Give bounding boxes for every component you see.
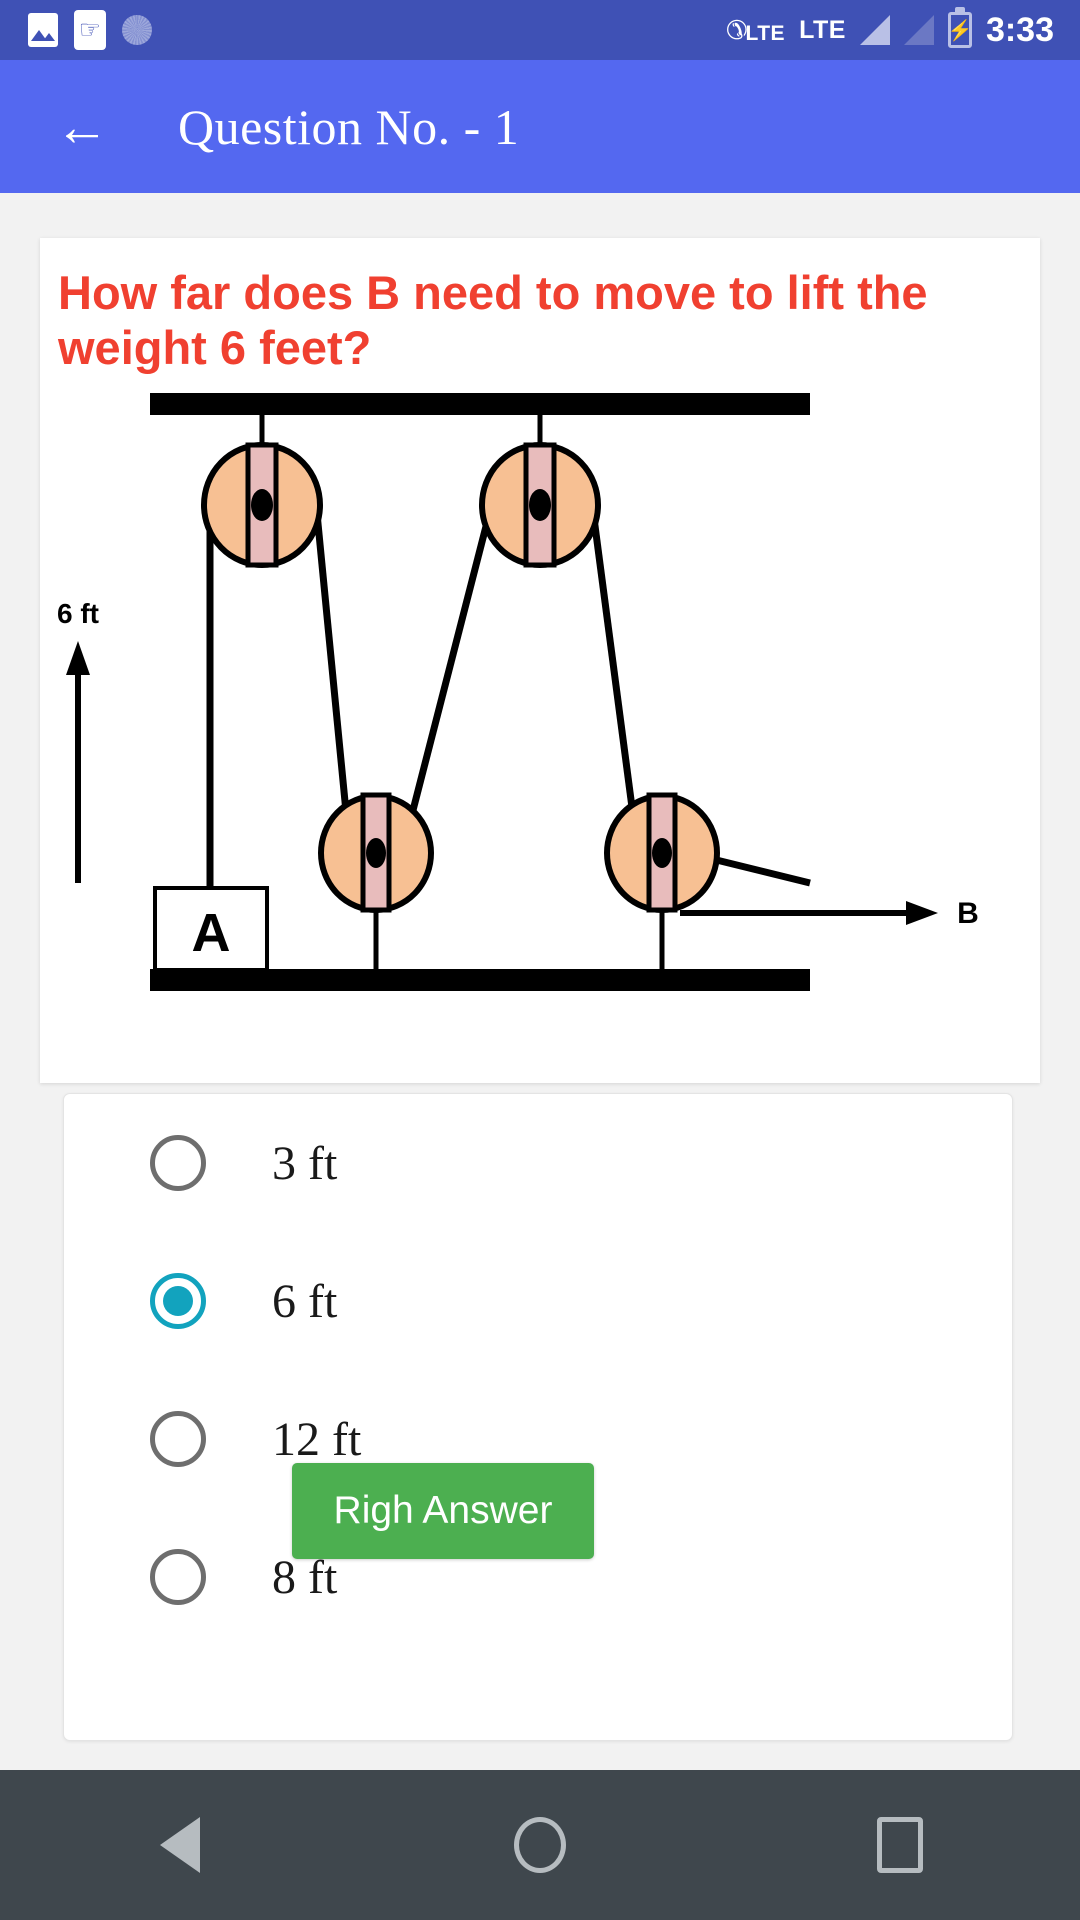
page-title: Question No. - 1 bbox=[178, 98, 520, 155]
network-label-1: LTE bbox=[745, 21, 786, 45]
nav-back-button[interactable] bbox=[120, 1795, 240, 1895]
answer-option-label: 12 ft bbox=[272, 1412, 362, 1466]
answer-option-label: 3 ft bbox=[272, 1136, 338, 1190]
status-bar: ☞ ✆ LTE LTE ⚡ 3:33 bbox=[0, 0, 1080, 60]
nav-recents-icon bbox=[877, 1817, 923, 1873]
svg-text:6 ft: 6 ft bbox=[57, 598, 99, 629]
disc-icon bbox=[122, 15, 152, 45]
battery-charging-icon: ⚡ bbox=[947, 12, 973, 48]
answer-options-card: 3 ft 6 ft 12 ft 8 ft bbox=[63, 1093, 1013, 1741]
network-label-2: LTE bbox=[799, 15, 846, 44]
android-navigation-bar bbox=[0, 1770, 1080, 1920]
app-bar: ← Question No. - 1 bbox=[0, 60, 1080, 193]
nav-recents-button[interactable] bbox=[840, 1795, 960, 1895]
pulley-diagram: A 6 ft B bbox=[40, 383, 1040, 1083]
right-answer-button[interactable]: Righ Answer bbox=[292, 1463, 594, 1559]
radio-button-selected-icon[interactable] bbox=[150, 1273, 206, 1329]
svg-text:B: B bbox=[957, 897, 979, 930]
radio-button-icon[interactable] bbox=[150, 1135, 206, 1191]
question-text: How far does B need to move to lift the … bbox=[58, 266, 928, 374]
nav-back-icon bbox=[160, 1817, 200, 1873]
answer-option-row[interactable]: 6 ft bbox=[64, 1232, 1014, 1370]
content-scroll-area[interactable]: How far does B need to move to lift the … bbox=[0, 193, 1080, 1770]
status-bar-right-icons: ✆ LTE LTE ⚡ 3:33 bbox=[726, 11, 1080, 50]
nav-home-button[interactable] bbox=[480, 1795, 600, 1895]
radio-button-icon[interactable] bbox=[150, 1411, 206, 1467]
question-card: How far does B need to move to lift the … bbox=[40, 238, 1040, 1083]
svg-text:A: A bbox=[192, 903, 231, 963]
status-bar-left-icons: ☞ bbox=[0, 10, 152, 50]
signal-full-icon bbox=[859, 15, 890, 45]
radio-button-icon[interactable] bbox=[150, 1549, 206, 1605]
phone-call-icon: ✆ LTE bbox=[725, 14, 786, 45]
nav-home-icon bbox=[514, 1817, 566, 1873]
answer-option-row[interactable]: 3 ft bbox=[64, 1094, 1014, 1232]
status-bar-clock: 3:33 bbox=[985, 10, 1054, 49]
gallery-icon bbox=[28, 13, 58, 47]
phone-screen: ☞ ✆ LTE LTE ⚡ 3:33 ← Question No. - 1 Ho… bbox=[0, 0, 1080, 1920]
back-arrow-icon[interactable]: ← bbox=[50, 95, 114, 159]
signal-empty-icon bbox=[903, 15, 934, 45]
answer-option-label: 6 ft bbox=[272, 1274, 338, 1328]
usb-icon: ☞ bbox=[74, 10, 106, 50]
battery-bolt-glyph: ⚡ bbox=[947, 19, 973, 42]
